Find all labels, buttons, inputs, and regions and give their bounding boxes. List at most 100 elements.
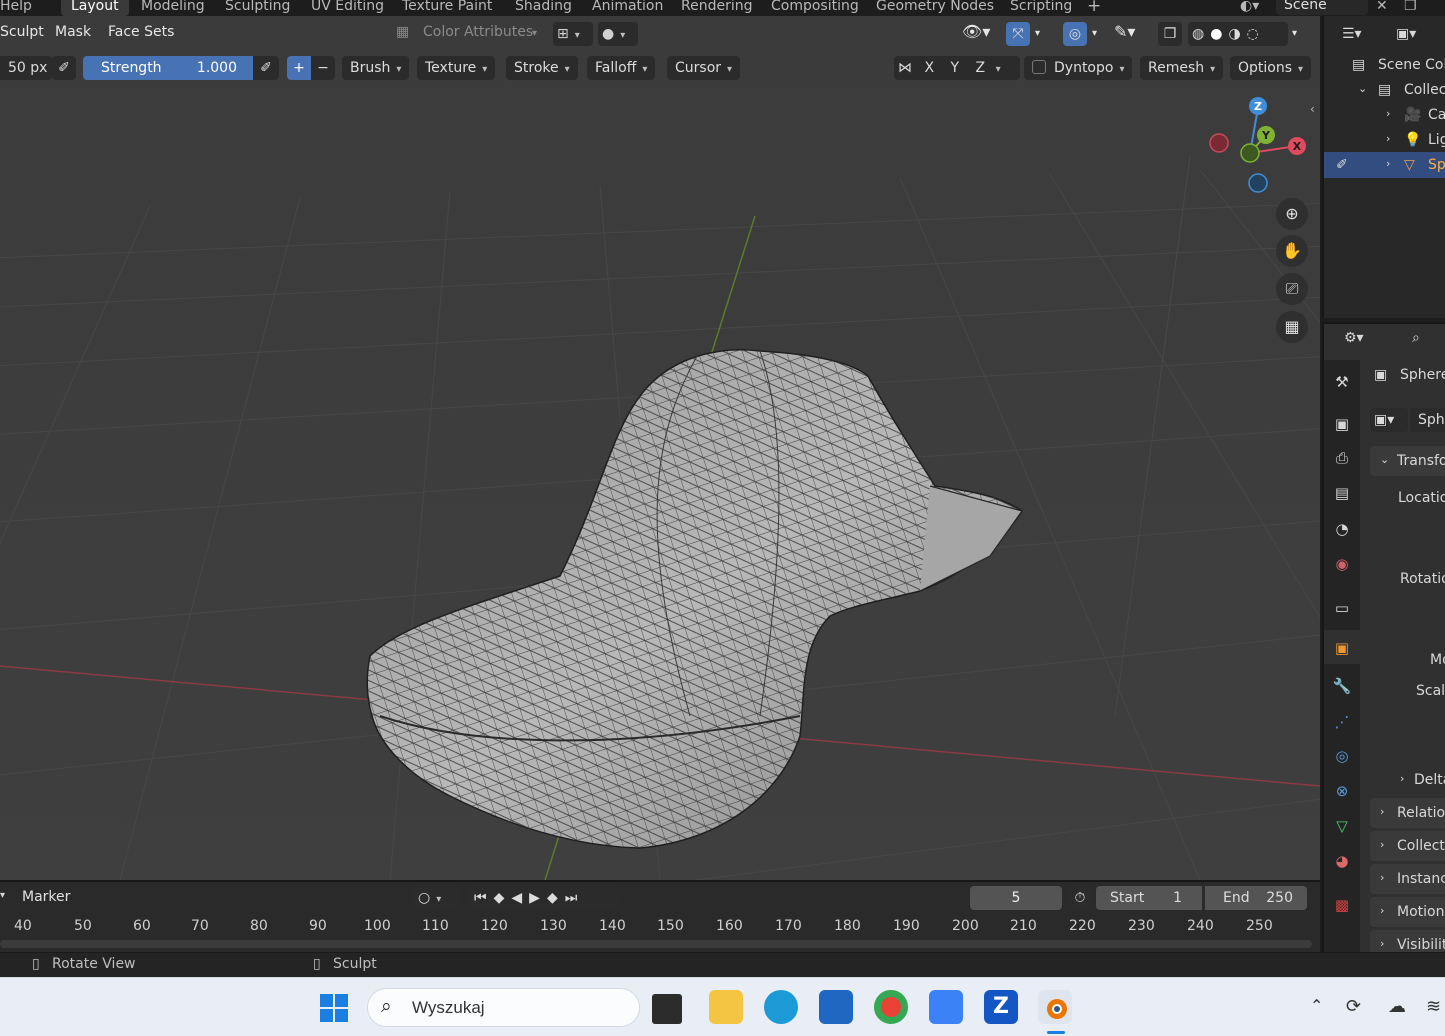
chevron-right-icon[interactable]: › bbox=[1380, 871, 1384, 884]
scene-tab-icon[interactable]: ◔ bbox=[1330, 517, 1354, 541]
chevron-right-icon[interactable]: › bbox=[1380, 937, 1384, 950]
edge-browser-icon[interactable] bbox=[764, 990, 798, 1024]
particles-tab-icon[interactable]: ⋰ bbox=[1330, 710, 1354, 734]
chevron-down-icon[interactable]: ▾ bbox=[1092, 28, 1097, 39]
task-view-icon[interactable] bbox=[652, 994, 682, 1024]
tab-layout[interactable]: Layout bbox=[61, 0, 129, 16]
chrome-browser-icon[interactable] bbox=[874, 990, 908, 1024]
dyntopo-checkbox[interactable] bbox=[1032, 60, 1046, 74]
relations-panel-title[interactable]: Relation bbox=[1397, 805, 1445, 821]
search-icon[interactable]: ⌕ bbox=[1412, 330, 1420, 346]
material-shading-icon[interactable]: ◑ bbox=[1228, 26, 1246, 42]
collection-tab-icon[interactable]: ▭ bbox=[1330, 596, 1354, 620]
3d-viewport[interactable]: Sculpt Mask Face Sets ▦ Color Attributes… bbox=[0, 16, 1320, 880]
radius-pressure-icon[interactable]: ✐ bbox=[52, 56, 76, 80]
symmetry-dropdown[interactable]: ⊞ ▾ bbox=[553, 22, 593, 46]
end-frame-field[interactable]: End 250 bbox=[1205, 886, 1307, 910]
object-name-field[interactable]: Sphe bbox=[1410, 408, 1445, 432]
filter-dropdown[interactable]: ▣▾ bbox=[1396, 26, 1416, 42]
timeline-scrollbar[interactable] bbox=[0, 940, 1312, 948]
rendered-shading-icon[interactable]: ◌ bbox=[1247, 26, 1265, 42]
viewport-canvas[interactable] bbox=[0, 16, 1320, 880]
outliner-collection[interactable]: Collec bbox=[1404, 82, 1445, 98]
object-browse-dropdown[interactable]: ▣▾ bbox=[1370, 408, 1408, 432]
frame-ruler[interactable]: 40 50 60 70 80 90 100 110 120 130 140 15… bbox=[0, 916, 1320, 938]
file-explorer-icon[interactable] bbox=[709, 990, 743, 1024]
tab-shading[interactable]: Shading bbox=[515, 0, 572, 16]
marker-menu[interactable]: Marker bbox=[22, 889, 70, 905]
dyntopo-menu[interactable]: Dyntopo ▾ bbox=[1024, 56, 1133, 80]
chevron-right-icon[interactable]: › bbox=[1380, 838, 1384, 851]
navigation-gizmo[interactable]: Z Y X bbox=[1200, 96, 1320, 206]
chevron-right-icon[interactable]: › bbox=[1400, 772, 1404, 785]
chevron-right-icon[interactable]: › bbox=[1386, 132, 1390, 145]
brush-preview-dropdown[interactable]: ● ▾ bbox=[598, 22, 638, 46]
output-tab-icon[interactable]: ⎙ bbox=[1330, 446, 1354, 470]
world-tab-icon[interactable]: ◉ bbox=[1330, 552, 1354, 576]
tab-animation[interactable]: Animation bbox=[592, 0, 663, 16]
axis-z-toggle[interactable]: Z bbox=[976, 60, 986, 76]
scene-selector-icon[interactable]: ◐▾ bbox=[1240, 0, 1259, 16]
chevron-right-icon[interactable]: › bbox=[1386, 107, 1390, 120]
tab-geometry-nodes[interactable]: Geometry Nodes bbox=[876, 0, 994, 16]
material-tab-icon[interactable]: ◕ bbox=[1330, 849, 1354, 873]
render-tab-icon[interactable]: ▣ bbox=[1330, 412, 1354, 436]
outliner-camera[interactable]: Ca bbox=[1428, 107, 1445, 123]
sidebar-toggle-icon[interactable]: ‹ bbox=[1310, 102, 1315, 116]
add-workspace-button[interactable]: + bbox=[1087, 0, 1101, 16]
prev-keyframe-icon[interactable]: ◆ bbox=[494, 890, 512, 906]
cursor-menu[interactable]: Cursor ▾ bbox=[667, 56, 741, 80]
perspective-grid-icon[interactable]: ▦ bbox=[1276, 311, 1308, 343]
mask-menu[interactable]: Mask bbox=[55, 24, 91, 40]
delta-transform-panel[interactable]: Delta bbox=[1414, 772, 1445, 788]
microsoft-store-icon[interactable] bbox=[819, 990, 853, 1024]
texture-menu[interactable]: Texture ▾ bbox=[417, 56, 496, 80]
solid-shading-icon[interactable]: ● bbox=[1210, 26, 1228, 42]
scene-name-field[interactable]: Scene bbox=[1276, 0, 1368, 15]
play-reverse-icon[interactable]: ◀ bbox=[511, 890, 529, 906]
gizmo-toggle-icon[interactable]: ⤧ bbox=[1006, 22, 1030, 46]
remesh-menu[interactable]: Remesh ▾ bbox=[1140, 56, 1224, 80]
color-attributes-icon[interactable]: ▦ bbox=[396, 24, 409, 40]
motion-paths-panel-title[interactable]: Motion bbox=[1397, 904, 1444, 920]
chevron-up-icon[interactable]: ⌃ bbox=[1310, 996, 1323, 1015]
wifi-icon[interactable]: ≋ bbox=[1426, 996, 1441, 1017]
tab-sculpting[interactable]: Sculpting bbox=[225, 0, 290, 16]
chevron-down-icon[interactable]: ▾ bbox=[1035, 28, 1040, 39]
outliner-scene-collection[interactable]: Scene Col bbox=[1378, 57, 1445, 73]
tab-texture-paint[interactable]: Texture Paint bbox=[402, 0, 492, 16]
instancing-panel-title[interactable]: Instanc bbox=[1397, 871, 1445, 887]
texture-tab-icon[interactable]: ▩ bbox=[1330, 893, 1354, 917]
sculpt-menu[interactable]: Sculpt bbox=[0, 24, 44, 40]
strength-slider[interactable]: Strength 1.000 bbox=[83, 56, 253, 80]
edit-overlay-icon[interactable]: ✎▾ bbox=[1114, 22, 1135, 41]
current-frame-field[interactable]: 5 bbox=[970, 886, 1062, 910]
brush-menu[interactable]: Brush ▾ bbox=[342, 56, 410, 80]
scene-pin-icon[interactable]: ✕ bbox=[1376, 0, 1388, 16]
transform-panel-title[interactable]: Transfo bbox=[1397, 453, 1445, 469]
chevron-right-icon[interactable]: › bbox=[1380, 904, 1384, 917]
tab-rendering[interactable]: Rendering bbox=[681, 0, 753, 16]
chevron-down-icon[interactable]: ▾ bbox=[996, 64, 1001, 75]
stroke-menu[interactable]: Stroke ▾ bbox=[506, 56, 578, 80]
view-layer-tab-icon[interactable]: ▤ bbox=[1330, 481, 1354, 505]
help-menu[interactable]: Help bbox=[0, 0, 32, 16]
visibility-eye-icon[interactable]: 👁▾ bbox=[962, 22, 990, 41]
radius-field[interactable]: 50 px bbox=[0, 56, 52, 80]
visibility-panel-title[interactable]: Visibility bbox=[1397, 937, 1445, 952]
taskbar-search[interactable]: ⌕ Wyszukaj bbox=[367, 988, 640, 1027]
falloff-menu[interactable]: Falloff ▾ bbox=[587, 56, 656, 80]
face-sets-menu[interactable]: Face Sets bbox=[108, 24, 174, 40]
overlays-toggle-icon[interactable]: ◎ bbox=[1063, 22, 1087, 46]
physics-tab-icon[interactable]: ◎ bbox=[1330, 744, 1354, 768]
timer-icon[interactable]: ⏱ bbox=[1067, 886, 1093, 910]
cloud-offline-icon[interactable]: ☁ bbox=[1388, 996, 1406, 1017]
xray-toggle-icon[interactable]: ❐ bbox=[1158, 22, 1182, 46]
chevron-down-icon[interactable]: ▾ bbox=[1292, 28, 1297, 39]
editor-type-dropdown[interactable]: ⚙▾ bbox=[1344, 330, 1364, 346]
jump-end-icon[interactable]: ⏭ bbox=[565, 890, 585, 906]
zoom-z-app-icon[interactable]: Z bbox=[984, 990, 1018, 1024]
data-tab-icon[interactable]: ▽ bbox=[1330, 814, 1354, 838]
copilot-icon[interactable] bbox=[929, 990, 963, 1024]
windows-start-icon[interactable] bbox=[318, 992, 350, 1024]
